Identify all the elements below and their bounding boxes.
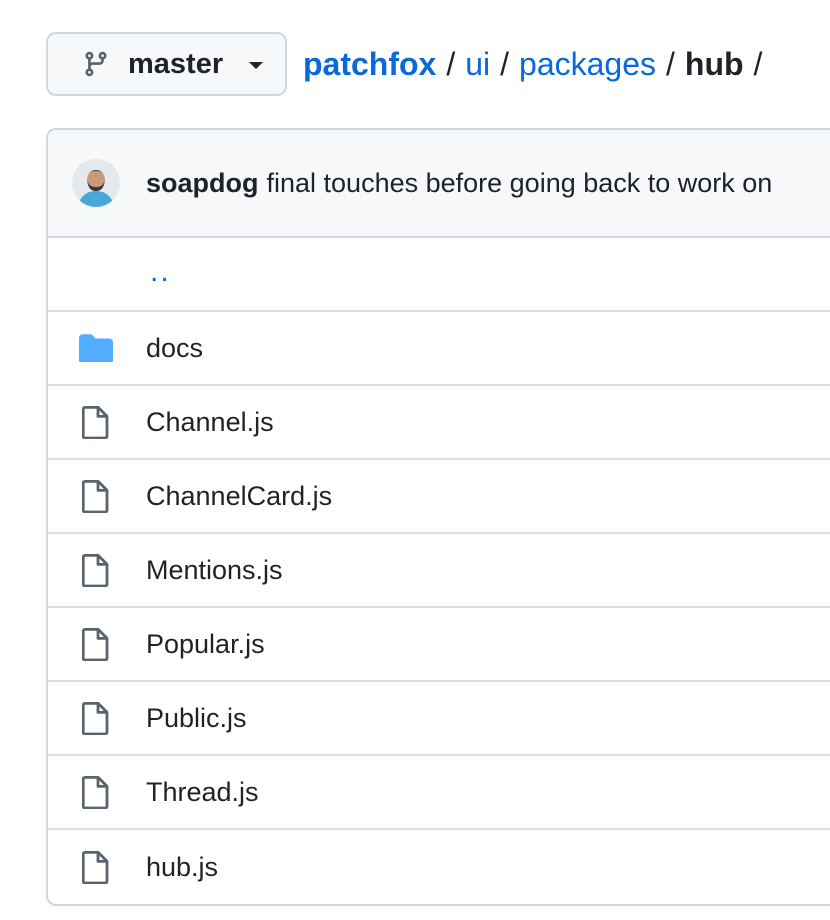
file-row[interactable]: docs: [48, 312, 830, 386]
branch-selector-button[interactable]: master: [46, 32, 287, 96]
breadcrumb-separator: /: [753, 46, 763, 82]
file-name-link[interactable]: docs: [146, 333, 203, 364]
file-icon: [78, 404, 114, 440]
file-name-link[interactable]: ChannelCard.js: [146, 481, 332, 512]
file-row[interactable]: ChannelCard.js: [48, 460, 830, 534]
chevron-down-icon: [249, 62, 264, 69]
repo-navigation-bar: master patchfox / ui / packages / hub /: [46, 32, 772, 96]
file-row[interactable]: hub.js: [48, 830, 830, 904]
parent-directory-row[interactable]: ..: [48, 238, 830, 312]
branch-name: master: [128, 47, 224, 80]
file-name-link[interactable]: Mentions.js: [146, 555, 283, 586]
file-row[interactable]: Channel.js: [48, 386, 830, 460]
file-name-link[interactable]: Thread.js: [146, 777, 259, 808]
file-name-link[interactable]: Public.js: [146, 703, 247, 734]
file-icon: [78, 552, 114, 588]
file-row[interactable]: Thread.js: [48, 756, 830, 830]
file-icon: [78, 774, 114, 810]
breadcrumb-repo-link[interactable]: patchfox: [303, 32, 436, 96]
breadcrumb-link-packages[interactable]: packages: [519, 32, 656, 96]
parent-directory-link[interactable]: ..: [150, 257, 171, 287]
git-branch-icon: [82, 50, 110, 78]
breadcrumb-separator: /: [446, 46, 456, 82]
breadcrumb-separator: /: [500, 46, 510, 82]
file-name-link[interactable]: Popular.js: [146, 629, 265, 660]
folder-icon: [78, 330, 114, 366]
file-name-link[interactable]: Channel.js: [146, 407, 274, 438]
file-icon: [78, 700, 114, 736]
latest-commit-bar: soapdog final touches before going back …: [48, 130, 830, 238]
breadcrumb-separator: /: [666, 46, 675, 82]
breadcrumb: patchfox / ui / packages / hub /: [303, 32, 772, 96]
file-icon: [78, 478, 114, 514]
file-row[interactable]: Mentions.js: [48, 534, 830, 608]
file-row[interactable]: Public.js: [48, 682, 830, 756]
file-icon: [78, 849, 114, 885]
avatar[interactable]: [72, 159, 120, 207]
file-name-link[interactable]: hub.js: [146, 852, 218, 883]
breadcrumb-link-ui[interactable]: ui: [465, 32, 490, 96]
commit-message-link[interactable]: final touches before going back to work …: [267, 168, 773, 199]
breadcrumb-current: hub: [684, 46, 744, 82]
file-icon: [78, 626, 114, 662]
file-browser: soapdog final touches before going back …: [46, 128, 830, 906]
file-row[interactable]: Popular.js: [48, 608, 830, 682]
commit-author-link[interactable]: soapdog: [146, 168, 259, 199]
